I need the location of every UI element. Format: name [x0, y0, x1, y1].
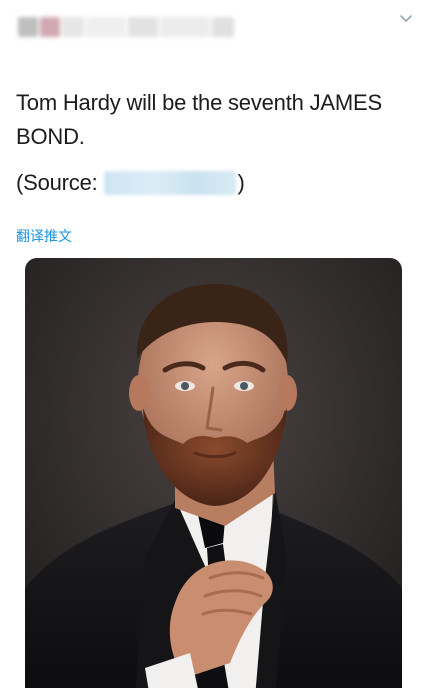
source-prefix: (Source:: [16, 170, 98, 195]
source-suffix: ): [237, 170, 245, 195]
author-name-fragment: [62, 17, 84, 37]
author-handle-fragment: [160, 17, 210, 37]
avatar-fragment: [40, 17, 60, 37]
tweet-body: Tom Hardy will be the seventh JAMES BOND…: [16, 86, 416, 200]
tweet-card: Tom Hardy will be the seventh JAMES BOND…: [0, 0, 431, 688]
avatar[interactable]: [18, 17, 38, 37]
author-header-blurred[interactable]: [18, 10, 243, 44]
tweet-text: Tom Hardy will be the seventh JAMES BOND…: [16, 90, 382, 149]
author-handle-fragment: [212, 17, 234, 37]
tweet-source-line: (Source: ): [16, 166, 416, 200]
chevron-down-icon[interactable]: [399, 12, 413, 26]
translate-tweet-link[interactable]: 翻译推文: [16, 226, 72, 246]
tweet-photo[interactable]: [25, 258, 402, 688]
source-link-blurred[interactable]: [103, 171, 236, 195]
author-name-fragment: [86, 17, 126, 37]
author-handle-fragment: [128, 17, 158, 37]
portrait-image: [25, 258, 402, 688]
